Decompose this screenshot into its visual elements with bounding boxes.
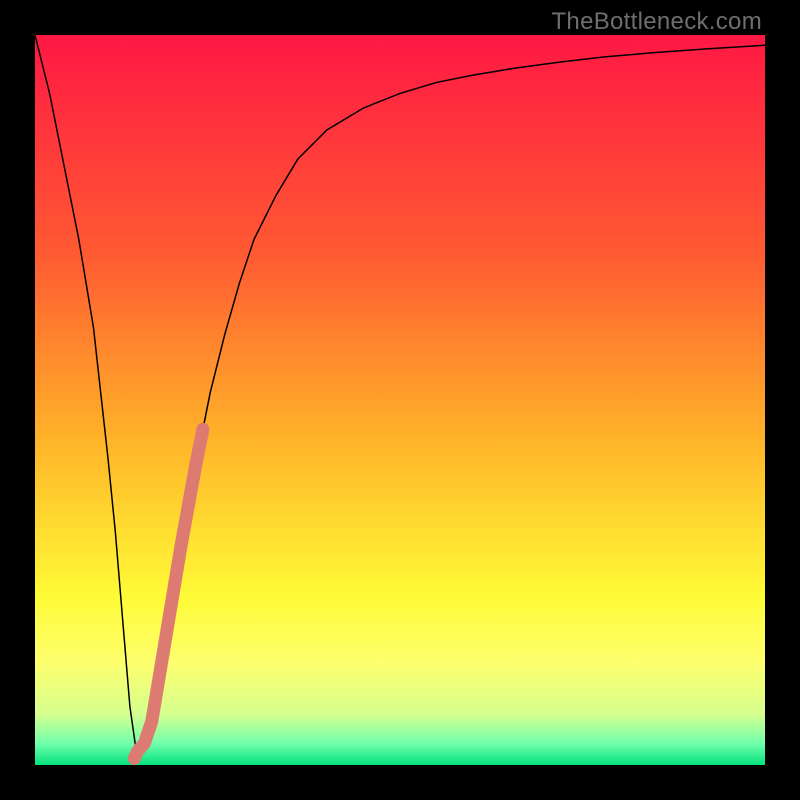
watermark-text: TheBottleneck.com	[551, 8, 762, 36]
series-highlight-dot	[134, 752, 137, 759]
series-highlight-segment	[139, 429, 203, 749]
plot-area	[35, 35, 765, 765]
series-bottleneck-curve	[35, 35, 765, 758]
chart-lines-layer	[35, 35, 765, 765]
chart-container: TheBottleneck.com	[0, 0, 800, 800]
